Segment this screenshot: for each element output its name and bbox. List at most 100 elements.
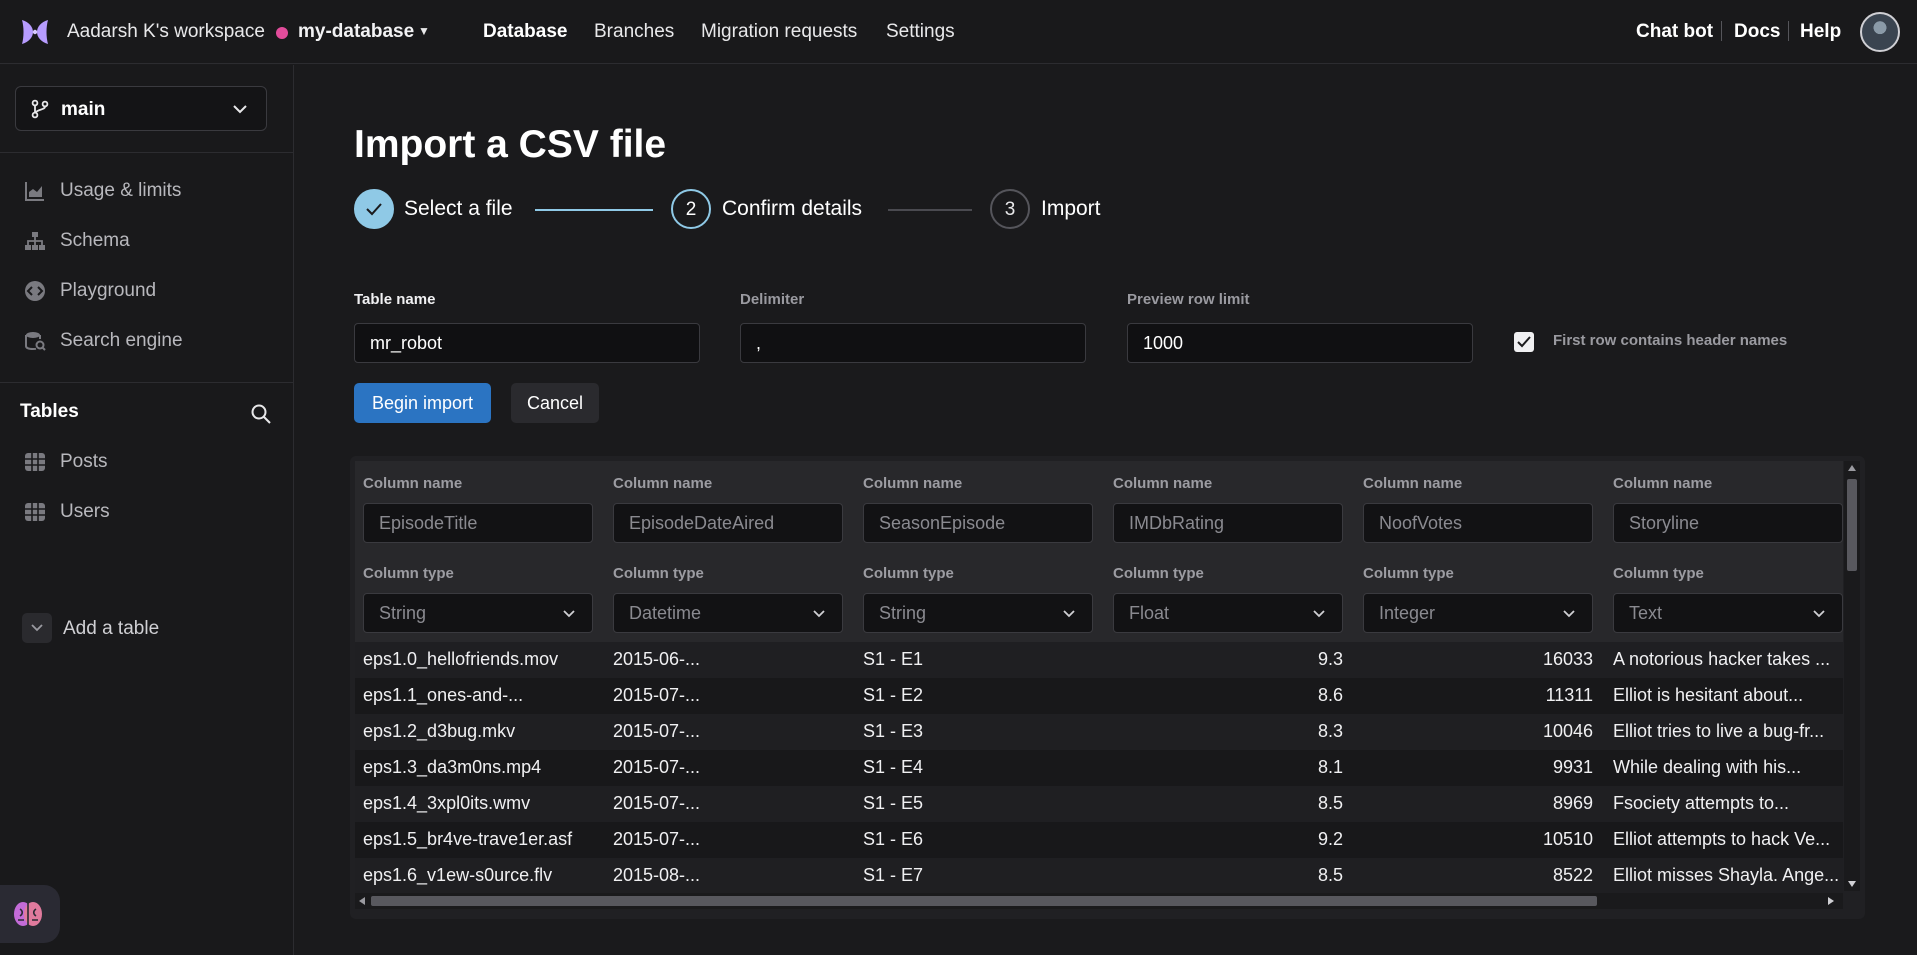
step-connector [535, 209, 653, 211]
column-type-select[interactable]: String [863, 593, 1093, 633]
chart-icon [25, 182, 44, 201]
top-bar: Aadarsh K's workspace my-database ▼ Data… [0, 0, 1917, 64]
table-cell: S1 - E4 [863, 757, 924, 777]
column-type-select[interactable]: Integer [1363, 593, 1593, 633]
vertical-scrollbar[interactable] [1844, 461, 1860, 891]
add-table-button[interactable] [22, 613, 52, 643]
sidebar-item-label: Users [60, 501, 110, 522]
divider [0, 152, 294, 153]
table-cell: 9931 [1552, 757, 1593, 777]
chevron-down-icon [1563, 610, 1575, 618]
help-link[interactable]: Help [1800, 21, 1841, 43]
chat-bot-link[interactable]: Chat bot [1636, 21, 1713, 43]
column-name-input[interactable]: IMDbRating [1113, 503, 1343, 543]
brain-icon [14, 902, 42, 926]
column-type-select[interactable]: String [363, 593, 593, 633]
table-cell: S1 - E6 [863, 829, 924, 849]
search-icon[interactable] [250, 403, 272, 425]
step-3-pending: 3 [990, 189, 1030, 229]
chevron-down-icon [31, 624, 43, 632]
table-name-input[interactable]: mr_robot [354, 323, 700, 363]
header-row-checkbox[interactable] [1514, 332, 1534, 352]
scroll-up-arrow-icon[interactable] [1848, 465, 1856, 471]
column-type-value: Float [1129, 603, 1170, 623]
cancel-button[interactable]: Cancel [511, 383, 599, 423]
sidebar-item-playground[interactable]: Playground [24, 275, 274, 305]
column-type-select[interactable]: Text [1613, 593, 1843, 633]
column-name-label: Column name [863, 475, 963, 492]
column-name-input[interactable]: NoofVotes [1363, 503, 1593, 543]
column-type-select[interactable]: Datetime [613, 593, 843, 633]
chevron-down-icon [233, 105, 247, 114]
sidebar-item-label: Posts [60, 451, 108, 472]
table-cell: S1 - E2 [863, 685, 924, 705]
step-3-label: Import [1041, 197, 1101, 220]
git-branch-icon [31, 99, 49, 119]
database-status-dot [276, 27, 288, 39]
column-type-label: Column type [1113, 565, 1204, 582]
column-type-label: Column type [863, 565, 954, 582]
step-2-label: Confirm details [722, 197, 863, 220]
xata-logo-icon[interactable] [20, 18, 50, 46]
delimiter-input[interactable]: , [740, 323, 1086, 363]
column-name-input[interactable]: SeasonEpisode [863, 503, 1093, 543]
preview-row-limit-input[interactable]: 1000 [1127, 323, 1473, 363]
column-name-label: Column name [363, 475, 463, 492]
column-name-input[interactable]: EpisodeDateAired [613, 503, 843, 543]
nav-database[interactable]: Database [483, 21, 568, 43]
chevron-down-icon [813, 610, 825, 618]
nav-migration-requests[interactable]: Migration requests [701, 21, 857, 43]
branch-name: main [61, 99, 106, 120]
step-1-label: Select a file [404, 197, 513, 220]
scroll-right-arrow-icon[interactable] [1828, 897, 1834, 905]
csv-preview-table: Column name EpisodeTitle Column type String… [350, 456, 1865, 919]
header-row-checkbox-label[interactable]: First row contains header names [1553, 332, 1787, 349]
table-cell: 2015-07-... [613, 757, 701, 777]
database-selector[interactable]: my-database [298, 21, 414, 43]
sidebar-item-table-posts[interactable]: Posts [24, 446, 274, 476]
step-connector [888, 209, 972, 211]
table-cell: 10046 [1542, 721, 1593, 741]
chevron-down-icon [1813, 610, 1825, 618]
column-name-label: Column name [613, 475, 713, 492]
table-cell: 8.5 [1317, 793, 1343, 813]
check-icon [366, 203, 382, 216]
vertical-scroll-thumb[interactable] [1847, 479, 1857, 571]
table-cell: eps1.4_3xpl0its.wmv [363, 793, 531, 813]
table-cell: eps1.1_ones-and-... [363, 685, 524, 705]
table-cell: eps1.0_hellofriends.mov [363, 649, 559, 669]
column-type-select[interactable]: Float [1113, 593, 1343, 633]
caret-down-icon[interactable]: ▼ [418, 24, 430, 38]
table-cell: 8.6 [1317, 685, 1343, 705]
add-table-label[interactable]: Add a table [63, 618, 159, 640]
horizontal-scrollbar[interactable] [355, 893, 1843, 909]
scroll-left-arrow-icon[interactable] [359, 897, 365, 905]
nav-branches[interactable]: Branches [594, 21, 674, 43]
table-grid-icon [25, 453, 45, 471]
sidebar-item-search-engine[interactable]: Search engine [24, 325, 274, 355]
sidebar-item-usage-limits[interactable]: Usage & limits [24, 175, 274, 205]
table-cell: 10510 [1542, 829, 1593, 849]
scroll-down-arrow-icon[interactable] [1848, 881, 1856, 887]
horizontal-scroll-thumb[interactable] [371, 896, 1597, 906]
sidebar-item-table-users[interactable]: Users [24, 496, 274, 526]
table-cell: eps1.6_v1ew-s0urce.flv [363, 865, 553, 885]
column-name-input[interactable]: EpisodeTitle [363, 503, 593, 543]
column-name-input[interactable]: Storyline [1613, 503, 1843, 543]
user-avatar[interactable] [1860, 12, 1900, 52]
table-cell: While dealing with his... [1613, 757, 1802, 777]
ai-assistant-button[interactable] [0, 885, 60, 943]
sidebar-item-label: Playground [60, 280, 157, 301]
begin-import-button[interactable]: Begin import [354, 383, 491, 423]
table-row: eps1.1_ones-and-... 2015-07-... S1 - E2 8.6… [355, 678, 1843, 714]
nav-settings[interactable]: Settings [886, 21, 955, 43]
table-cell: S1 - E5 [863, 793, 924, 813]
branch-selector[interactable]: main [15, 86, 267, 131]
workspace-name[interactable]: Aadarsh K's workspace [67, 21, 265, 43]
sidebar-item-schema[interactable]: Schema [24, 225, 274, 255]
column-type-value: Datetime [629, 603, 702, 623]
docs-link[interactable]: Docs [1734, 21, 1780, 43]
table-name-label: Table name [354, 291, 436, 308]
tables-heading: Tables [20, 401, 79, 422]
table-cell: 2015-07-... [613, 685, 701, 705]
